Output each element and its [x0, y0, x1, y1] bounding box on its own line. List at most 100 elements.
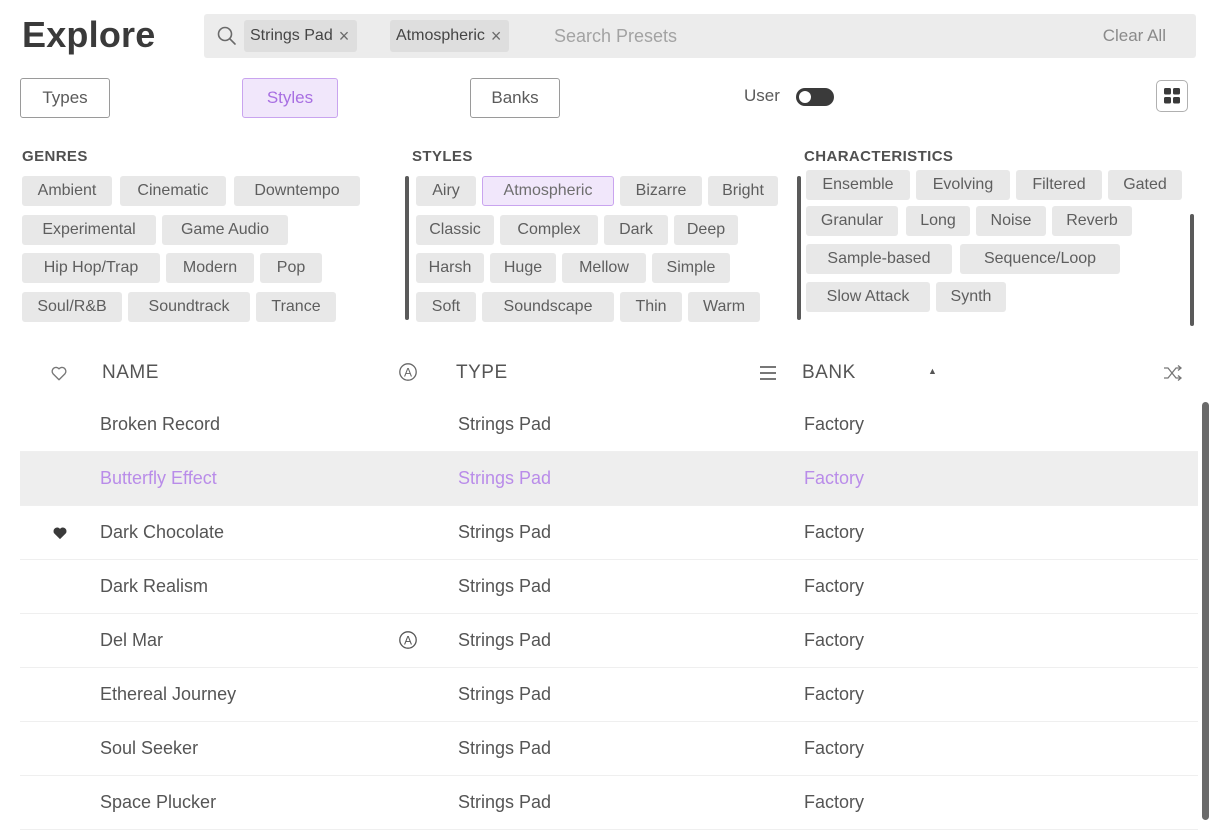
- table-row[interactable]: Space Plucker Strings Pad Factory: [20, 776, 1198, 830]
- page-title: Explore: [22, 14, 156, 55]
- tag-classic[interactable]: Classic: [416, 215, 494, 245]
- user-label: User: [744, 86, 780, 105]
- preset-name: Space Plucker: [100, 792, 217, 812]
- preset-name: Dark Realism: [100, 576, 209, 596]
- preset-bank: Factory: [804, 630, 865, 650]
- tag-synth[interactable]: Synth: [936, 282, 1006, 312]
- tag-trance[interactable]: Trance: [256, 292, 336, 322]
- tag-atmospheric[interactable]: Atmospheric: [482, 176, 614, 206]
- tag-granular[interactable]: Granular: [806, 206, 898, 236]
- search-bar[interactable]: Strings Pad × Atmospheric × Clear All: [204, 14, 1196, 58]
- table-row[interactable]: Ethereal Journey Strings Pad Factory: [20, 668, 1198, 722]
- preset-type: Strings Pad: [458, 630, 552, 650]
- preset-name: Dark Chocolate: [100, 522, 225, 542]
- grid-view-button[interactable]: [1156, 80, 1188, 112]
- styles-button[interactable]: Styles: [242, 78, 338, 118]
- table-row[interactable]: Dark Chocolate Strings Pad Factory: [20, 506, 1198, 560]
- preset-bank: Factory: [804, 738, 865, 758]
- chip-label: Strings Pad: [250, 27, 333, 44]
- a-badge-icon: A: [398, 630, 418, 655]
- tag-evolving[interactable]: Evolving: [916, 170, 1010, 200]
- tag-bright[interactable]: Bright: [708, 176, 778, 206]
- tag-thin[interactable]: Thin: [620, 292, 682, 322]
- tag-hip-hop-trap[interactable]: Hip Hop/Trap: [22, 253, 160, 283]
- tag-soundtrack[interactable]: Soundtrack: [128, 292, 250, 322]
- search-chip-atmospheric[interactable]: Atmospheric ×: [390, 20, 510, 52]
- tag-downtempo[interactable]: Downtempo: [234, 176, 360, 206]
- clear-all-button[interactable]: Clear All: [1103, 26, 1166, 46]
- liked-heart-icon[interactable]: [52, 525, 68, 545]
- chip-remove-icon[interactable]: ×: [339, 26, 350, 47]
- tag-airy[interactable]: Airy: [416, 176, 476, 206]
- tag-sample-based[interactable]: Sample-based: [806, 244, 952, 274]
- table-row[interactable]: Butterfly Effect Strings Pad Factory: [20, 452, 1198, 506]
- preset-type: Strings Pad: [458, 522, 552, 542]
- tag-simple[interactable]: Simple: [652, 253, 730, 283]
- table-row[interactable]: Soul Seeker Strings Pad Factory: [20, 722, 1198, 776]
- tag-deep[interactable]: Deep: [674, 215, 738, 245]
- chip-label: Atmospheric: [396, 27, 485, 44]
- tag-soft[interactable]: Soft: [416, 292, 476, 322]
- tag-sequence-loop[interactable]: Sequence/Loop: [960, 244, 1120, 274]
- tag-mellow[interactable]: Mellow: [562, 253, 646, 283]
- preset-type: Strings Pad: [458, 414, 552, 434]
- preset-bank: Factory: [804, 468, 865, 488]
- tag-ambient[interactable]: Ambient: [22, 176, 112, 206]
- tag-cinematic[interactable]: Cinematic: [120, 176, 226, 206]
- name-column-header[interactable]: NAME: [102, 362, 159, 384]
- chip-remove-icon[interactable]: ×: [491, 26, 502, 47]
- tag-dark[interactable]: Dark: [604, 215, 668, 245]
- toggle-knob: [799, 91, 811, 103]
- types-button[interactable]: Types: [20, 78, 110, 118]
- bank-column-header[interactable]: BANK: [802, 362, 856, 384]
- preset-bank: Factory: [804, 414, 865, 434]
- tag-pop[interactable]: Pop: [260, 253, 322, 283]
- tag-game-audio[interactable]: Game Audio: [162, 215, 288, 245]
- tag-ensemble[interactable]: Ensemble: [806, 170, 910, 200]
- preset-name: Ethereal Journey: [100, 684, 237, 704]
- preset-type: Strings Pad: [458, 468, 552, 488]
- tag-bizarre[interactable]: Bizarre: [620, 176, 702, 206]
- tag-soundscape[interactable]: Soundscape: [482, 292, 614, 322]
- tag-huge[interactable]: Huge: [490, 253, 556, 283]
- search-icon: [216, 25, 238, 47]
- table-row[interactable]: Del Mar A Strings Pad Factory: [20, 614, 1198, 668]
- tag-gated[interactable]: Gated: [1108, 170, 1182, 200]
- search-input[interactable]: [554, 23, 954, 49]
- tag-complex[interactable]: Complex: [500, 215, 598, 245]
- characteristics-left-bar: [797, 176, 801, 320]
- user-toggle[interactable]: [796, 88, 834, 106]
- tag-soul-rnb[interactable]: Soul/R&B: [22, 292, 122, 322]
- preset-bank: Factory: [804, 792, 865, 812]
- tag-noise[interactable]: Noise: [976, 206, 1046, 236]
- tag-reverb[interactable]: Reverb: [1052, 206, 1132, 236]
- svg-text:A: A: [404, 634, 412, 648]
- list-menu-icon[interactable]: [758, 364, 778, 387]
- preset-list-scrollbar[interactable]: [1202, 402, 1209, 820]
- table-row[interactable]: Broken Record Strings Pad Factory: [20, 398, 1198, 452]
- shuffle-icon[interactable]: [1162, 364, 1184, 387]
- tag-modern[interactable]: Modern: [166, 253, 254, 283]
- tag-slow-attack[interactable]: Slow Attack: [806, 282, 930, 312]
- styles-scrollbar[interactable]: [405, 176, 409, 320]
- genres-title: GENRES: [22, 148, 88, 165]
- a-badge-column-icon[interactable]: A: [398, 362, 418, 387]
- styles-title: STYLES: [412, 148, 473, 165]
- grid-icon: [1164, 88, 1180, 104]
- tag-long[interactable]: Long: [906, 206, 970, 236]
- tag-harsh[interactable]: Harsh: [416, 253, 484, 283]
- table-row[interactable]: Dark Realism Strings Pad Factory: [20, 560, 1198, 614]
- svg-text:A: A: [404, 366, 412, 380]
- preset-bank: Factory: [804, 576, 865, 596]
- tag-experimental[interactable]: Experimental: [22, 215, 156, 245]
- type-column-header[interactable]: TYPE: [456, 362, 508, 384]
- search-chip-strings-pad[interactable]: Strings Pad ×: [244, 20, 358, 52]
- characteristics-scrollbar[interactable]: [1190, 214, 1194, 326]
- preset-bank: Factory: [804, 684, 865, 704]
- tag-filtered[interactable]: Filtered: [1016, 170, 1102, 200]
- sort-ascending-icon[interactable]: ▲: [928, 366, 937, 376]
- preset-type: Strings Pad: [458, 576, 552, 596]
- tag-warm[interactable]: Warm: [688, 292, 760, 322]
- banks-button[interactable]: Banks: [470, 78, 560, 118]
- favorite-column-heart-icon[interactable]: [50, 364, 68, 387]
